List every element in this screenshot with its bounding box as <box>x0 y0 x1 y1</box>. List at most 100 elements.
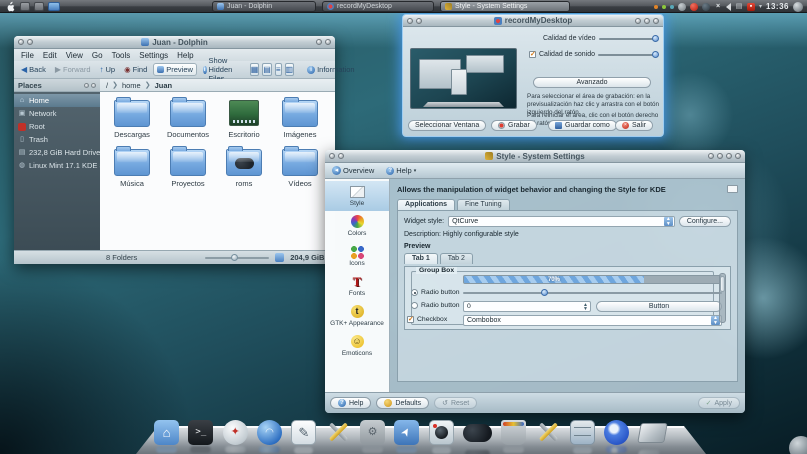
tab-1[interactable]: Tab 1 <box>404 253 438 264</box>
menu-view[interactable]: View <box>66 51 83 60</box>
window-button[interactable] <box>735 153 741 159</box>
update-alert-icon[interactable]: ▪ <box>747 3 755 11</box>
capture-preview-thumbnail[interactable] <box>410 48 517 109</box>
dot-teal-icon[interactable] <box>670 5 674 9</box>
file-cabinet-icon[interactable] <box>570 420 595 445</box>
tools-icon[interactable] <box>536 420 561 445</box>
preview-button[interactable]: Button <box>596 301 722 312</box>
utilities-icon[interactable]: ⚙ <box>360 420 385 445</box>
help-button[interactable]: ?Help▾ <box>383 165 419 176</box>
preview-combobox[interactable]: Combobox▲▼ <box>463 315 722 326</box>
taskbar-window-recordmydesktop[interactable]: recordMyDesktop <box>322 1 434 12</box>
panel-close-button[interactable] <box>91 83 96 88</box>
panel-button-1[interactable] <box>20 2 30 11</box>
home-folder-icon[interactable]: ⌂ <box>154 420 179 445</box>
gamepad-icon[interactable] <box>463 424 492 442</box>
window-button[interactable] <box>635 18 641 24</box>
window-button[interactable] <box>18 39 24 45</box>
menu-tools[interactable]: Tools <box>112 51 131 60</box>
folder-musica[interactable]: Música <box>104 149 160 188</box>
menu-help[interactable]: Help <box>177 51 193 60</box>
clock[interactable]: 13:36 <box>766 2 789 11</box>
folder-descargas[interactable]: Descargas <box>104 100 160 139</box>
sound-quality-knob[interactable] <box>652 51 659 58</box>
find-button[interactable]: ◉Find <box>121 64 150 75</box>
video-quality-slider[interactable] <box>599 38 657 40</box>
window-button[interactable] <box>726 153 732 159</box>
file-manager-launcher-icon[interactable] <box>48 2 60 11</box>
tab-applications[interactable]: Applications <box>397 199 455 210</box>
window-button[interactable] <box>416 18 422 24</box>
window-button[interactable] <box>717 153 723 159</box>
place-network[interactable]: ▣Network <box>14 107 100 120</box>
menu-go[interactable]: Go <box>92 51 103 60</box>
advanced-button[interactable]: Avanzado <box>533 77 651 88</box>
preview-slider[interactable] <box>463 292 722 294</box>
radio-button-2[interactable] <box>411 302 418 309</box>
folder-escritorio[interactable]: Escritorio <box>216 100 272 139</box>
paint-bucket-icon[interactable] <box>501 420 526 445</box>
view-details-button[interactable]: ≡ <box>275 63 282 76</box>
menu-settings[interactable]: Settings <box>139 51 168 60</box>
place-hard-drive[interactable]: ▤232,8 GiB Hard Drive <box>14 146 100 159</box>
breadcrumb-home[interactable]: home <box>122 81 141 90</box>
tray-caret-icon[interactable]: ▾ <box>759 3 762 10</box>
menu-file[interactable]: File <box>21 51 34 60</box>
firefox-icon[interactable]: ◠ <box>257 420 282 445</box>
up-button[interactable]: ↑Up <box>97 64 119 75</box>
tab-2[interactable]: Tab 2 <box>440 253 473 264</box>
taskbar-window-style-settings[interactable]: Style - System Settings <box>440 1 570 12</box>
preview-checkbox[interactable]: ✓ <box>407 316 414 323</box>
preview-scrollbar[interactable] <box>719 273 726 323</box>
place-home[interactable]: ⌂Home <box>14 94 100 107</box>
window-button[interactable] <box>316 39 322 45</box>
breadcrumb-root[interactable]: / <box>106 81 108 90</box>
taskbar-window-dolphin[interactable]: Juan - Dolphin <box>212 1 316 12</box>
back-button[interactable]: ◀Back <box>18 64 49 75</box>
folder-roms[interactable]: roms <box>216 149 272 188</box>
window-button[interactable] <box>708 153 714 159</box>
save-as-button[interactable]: Guardar como <box>548 120 617 131</box>
record-button[interactable]: Grabar <box>491 120 537 131</box>
apple-menu-icon[interactable] <box>5 1 16 12</box>
view-compact-button[interactable]: ▤ <box>262 63 272 76</box>
dolphin-titlebar[interactable]: Juan - Dolphin <box>14 36 335 49</box>
folder-documentos[interactable]: Documentos <box>160 100 216 139</box>
style-titlebar[interactable]: Style - System Settings <box>325 150 745 163</box>
terminal-icon[interactable]: >_ <box>188 420 213 445</box>
pointer-app-icon[interactable]: ➤ <box>394 420 419 445</box>
video-quality-knob[interactable] <box>652 35 659 42</box>
sidebar-item-gtk-appearance[interactable]: tGTK+ Appearance <box>325 301 389 331</box>
place-root[interactable]: Root <box>14 120 100 133</box>
sidebar-item-emoticons[interactable]: ☺Emoticons <box>325 331 389 361</box>
footer-help-button[interactable]: ?Help <box>330 397 371 409</box>
dark-circle-icon[interactable] <box>702 3 710 11</box>
breadcrumb-user[interactable]: Juan <box>155 81 173 90</box>
tab-fine-tuning[interactable]: Fine Tuning <box>457 199 510 210</box>
window-button[interactable] <box>653 18 659 24</box>
quit-button[interactable]: ×Salir <box>615 120 653 131</box>
window-button[interactable] <box>407 18 413 24</box>
information-button[interactable]: iInformation <box>304 64 358 75</box>
defaults-button[interactable]: Defaults <box>376 397 429 409</box>
window-button[interactable] <box>644 18 650 24</box>
preview-slider-knob[interactable] <box>541 289 548 296</box>
scrollbar-knob[interactable] <box>720 276 725 292</box>
close-x-icon[interactable]: × <box>714 3 722 11</box>
preview-toggle-button[interactable]: Preview <box>153 63 197 76</box>
place-trash[interactable]: ▯Trash <box>14 133 100 146</box>
sidebar-item-style[interactable]: Style <box>325 181 389 211</box>
widget-style-combobox[interactable]: QtCurve▲▼ <box>448 216 675 227</box>
sidebar-item-icons[interactable]: Icons <box>325 241 389 271</box>
panel-float-button[interactable] <box>84 83 89 88</box>
zoom-slider[interactable] <box>205 257 269 259</box>
user-sphere-icon[interactable] <box>793 2 803 12</box>
place-linux-mint-volume[interactable]: ◍Linux Mint 17.1 KDE 3... <box>14 159 100 172</box>
dot-orange-icon[interactable] <box>654 5 658 9</box>
corner-sphere-icon[interactable] <box>789 436 807 454</box>
menu-edit[interactable]: Edit <box>43 51 57 60</box>
select-window-button[interactable]: Seleccionar Ventana <box>408 120 486 131</box>
window-button[interactable] <box>338 153 344 159</box>
reset-button[interactable]: ↺Reset <box>434 397 477 409</box>
window-button[interactable] <box>329 153 335 159</box>
